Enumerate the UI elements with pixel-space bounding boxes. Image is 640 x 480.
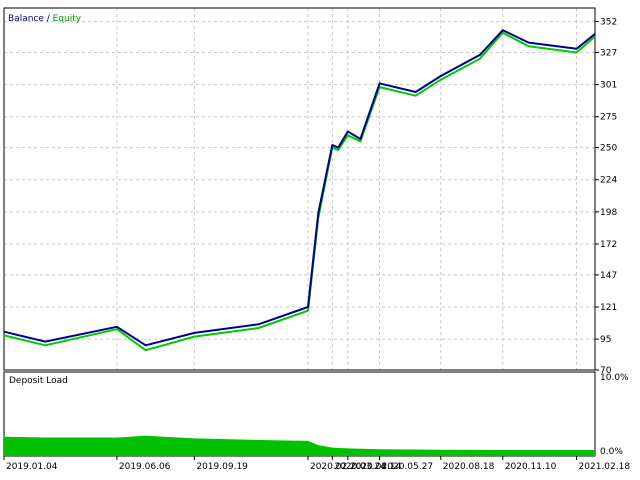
- y-tick-label: 147: [600, 271, 617, 281]
- y-tick-label: 121: [600, 303, 617, 313]
- y-tick-label: 352: [600, 18, 617, 28]
- x-tick-label: 2019.01.04: [6, 462, 58, 472]
- legend-equity: Equity: [53, 14, 82, 24]
- y-tick-label: 95: [600, 335, 611, 345]
- x-tick-label: 2020.08.18: [443, 462, 495, 472]
- x-tick-label: 2020.05.27: [382, 462, 434, 472]
- chart-background: [0, 0, 640, 480]
- y-tick-label: 224: [600, 176, 617, 186]
- x-tick-label: 2021.02.18: [579, 462, 631, 472]
- deposit-load-y-label: 0.0%: [600, 447, 623, 457]
- y-tick-label: 275: [600, 113, 617, 123]
- y-tick-label: 327: [600, 48, 617, 58]
- x-tick-label: 2019.09.19: [196, 462, 248, 472]
- x-tick-label: 2019.06.06: [119, 462, 171, 472]
- legend-balance: Balance: [8, 14, 44, 24]
- legend: Balance / Equity: [8, 14, 82, 24]
- x-tick-label: 2020.11.10: [505, 462, 557, 472]
- y-tick-label: 172: [600, 240, 617, 250]
- legend-separator: /: [44, 14, 53, 24]
- y-tick-label: 198: [600, 208, 617, 218]
- y-tick-label: 250: [600, 144, 617, 154]
- deposit-load-title: Deposit Load: [9, 376, 68, 386]
- balance-equity-chart: 3523273012752502241981721471219570 Balan…: [0, 0, 640, 480]
- y-tick-label: 301: [600, 81, 617, 91]
- deposit-load-y-label: 10.0%: [600, 373, 629, 383]
